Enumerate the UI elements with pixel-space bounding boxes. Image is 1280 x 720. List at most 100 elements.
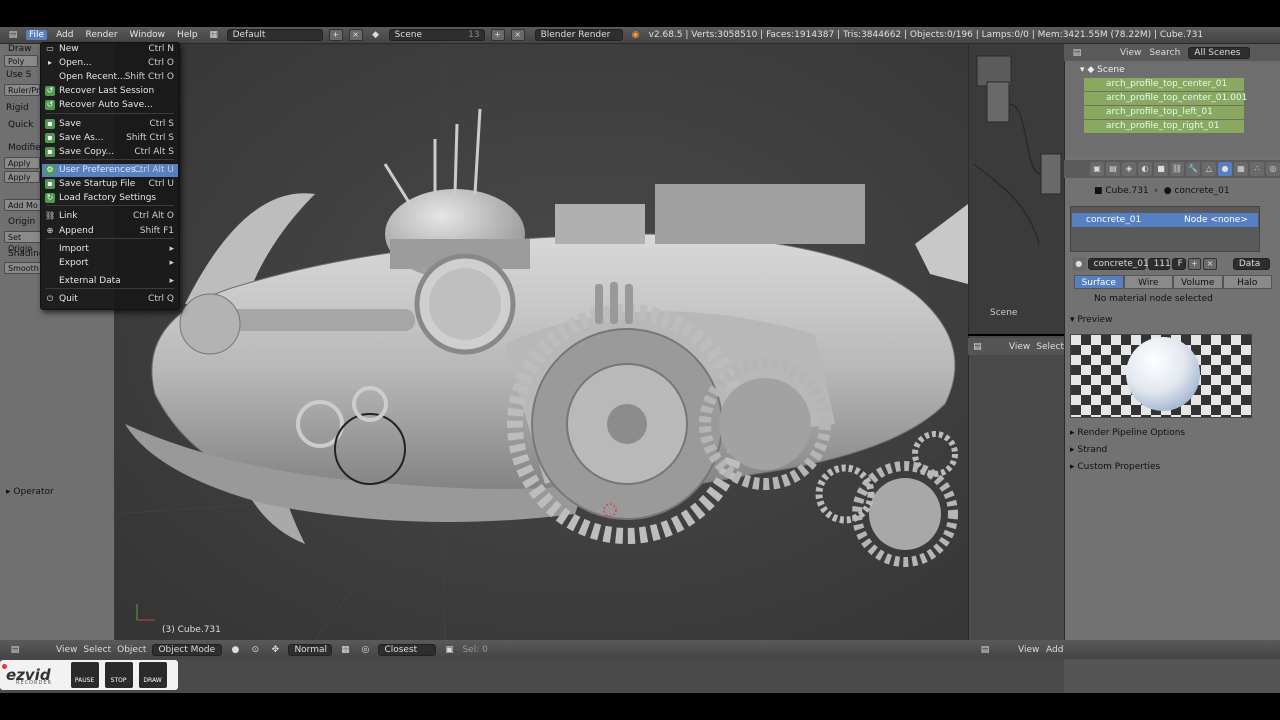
view-menu[interactable]: View (56, 645, 77, 655)
data-tab-icon[interactable]: △ (1202, 162, 1216, 176)
render-engine-selector[interactable]: Blender Render (534, 29, 623, 41)
toolshelf-panel-header[interactable]: Quick (8, 119, 33, 131)
editor-type-icon[interactable]: ▤ (8, 645, 22, 655)
render-preview-icon[interactable]: ▣ (442, 645, 456, 655)
right-view-menu[interactable]: View (1018, 645, 1039, 655)
file-menu-item[interactable]: ▪ Save Ctrl S (42, 118, 178, 131)
toolshelf-button[interactable]: Set Origin (4, 231, 42, 253)
file-menu-item[interactable]: Import ▸ (42, 243, 178, 256)
select-menu[interactable]: Select (83, 645, 111, 655)
remove-layout-button[interactable]: × (348, 29, 363, 41)
outliner-view-menu[interactable]: View (1120, 48, 1141, 58)
object-menu[interactable]: Object (117, 645, 146, 655)
manipulator-icon[interactable]: ✥ (268, 645, 282, 655)
recorder-draw-button[interactable]: DRAW (138, 662, 167, 688)
add-layout-button[interactable]: + (328, 29, 343, 41)
file-menu-item[interactable]: Export ▸ (42, 257, 178, 270)
constraints-tab-icon[interactable]: ⛓ (1170, 162, 1184, 176)
remove-scene-button[interactable]: × (510, 29, 525, 41)
file-menu-item[interactable]: ▸ Open... Ctrl O (42, 57, 178, 70)
node-editor[interactable] (968, 44, 1064, 334)
toolshelf-panel-header[interactable]: Rigid (6, 102, 29, 114)
tab-halo[interactable]: Halo (1222, 275, 1272, 289)
lower-mid-editor[interactable] (968, 336, 1064, 640)
render-layers-tab-icon[interactable]: ▤ (1106, 162, 1120, 176)
menu-render[interactable]: Render (83, 30, 121, 40)
editor-type-icon[interactable]: ▤ (1070, 48, 1084, 58)
editor-type-icon[interactable]: ▤ (978, 645, 992, 655)
tab-volume[interactable]: Volume (1173, 275, 1223, 289)
scene-selector[interactable]: Scene 13 (388, 29, 485, 41)
recorder-stop-button[interactable]: STOP (104, 662, 133, 688)
file-menu-item[interactable]: ⛓ Link Ctrl Alt O (42, 210, 178, 223)
file-menu-item[interactable]: ▪ Save Copy... Ctrl Alt S (42, 146, 178, 159)
recorder-pause-button[interactable]: PAUSE (70, 662, 99, 688)
render-pipeline-panel-header[interactable]: ▸ Render Pipeline Options (1070, 426, 1275, 440)
lower-mid-view-menu[interactable]: View (1009, 342, 1030, 352)
preview-panel-header[interactable]: ▾ Preview (1070, 313, 1275, 327)
timeline-right[interactable] (1064, 659, 1280, 693)
screen-layout-icon[interactable]: ▦ (207, 30, 221, 40)
material-slot-item[interactable]: concrete_01 Node <none> (1072, 213, 1258, 227)
menu-help[interactable]: Help (174, 30, 201, 40)
world-tab-icon[interactable]: ◐ (1138, 162, 1152, 176)
outliner-item[interactable]: arch_profile_top_right_01 (1084, 120, 1244, 133)
add-scene-button[interactable]: + (490, 29, 505, 41)
toolshelf-button[interactable]: Add Mo (4, 199, 42, 211)
file-menu-item[interactable]: ▪ Save As... Shift Ctrl S (42, 132, 178, 145)
3d-viewport[interactable] (115, 44, 968, 640)
outliner-item[interactable]: arch_profile_top_center_01 (1084, 78, 1244, 91)
editor-type-icon[interactable]: ▤ (6, 30, 20, 40)
material-link-selector[interactable]: Data (1232, 258, 1270, 270)
file-menu-item[interactable]: ↻ Load Factory Settings (42, 192, 178, 205)
mode-selector[interactable]: Object Mode (152, 643, 223, 656)
file-menu-item[interactable]: ⚙ User Preferences... Ctrl Alt U (42, 164, 178, 177)
snap-target-selector[interactable]: Closest (378, 643, 437, 656)
custom-properties-panel-header[interactable]: ▸ Custom Properties (1070, 460, 1275, 474)
editor-type-icon[interactable]: ▤ (972, 342, 983, 352)
file-menu-item[interactable]: ↺ Recover Last Session (42, 85, 178, 98)
toolshelf-button[interactable]: Apply (4, 171, 40, 183)
outliner-scene-row[interactable]: ▾ ◆ Scene (1080, 64, 1125, 77)
viewport-shading-icon[interactable]: ● (228, 645, 242, 655)
menu-add[interactable]: Add (53, 30, 76, 40)
modifiers-tab-icon[interactable]: 🔧 (1186, 162, 1200, 176)
toolshelf-button[interactable]: Smooth (4, 262, 42, 274)
material-name-field[interactable]: concrete_01 (1087, 258, 1149, 270)
operator-panel-header[interactable]: ▸ Operator (6, 487, 54, 497)
orientation-selector[interactable]: Normal (288, 643, 333, 656)
tab-wire[interactable]: Wire (1123, 275, 1173, 289)
physics-tab-icon[interactable]: ◎ (1266, 162, 1280, 176)
unlink-material-button[interactable]: × (1203, 258, 1217, 270)
outliner-search-menu[interactable]: Search (1149, 48, 1180, 58)
fake-user-button[interactable]: F (1171, 258, 1186, 270)
particles-tab-icon[interactable]: ∴ (1250, 162, 1264, 176)
toolshelf-row[interactable]: Use S (6, 69, 31, 81)
lower-mid-select-menu[interactable]: Select (1036, 342, 1064, 352)
object-tab-icon[interactable]: ■ (1154, 162, 1168, 176)
right-add-menu[interactable]: Add (1046, 645, 1063, 655)
outliner-item[interactable]: arch_profile_top_left_01 (1084, 106, 1244, 119)
material-browse-icon[interactable]: ● (1072, 257, 1086, 271)
file-menu-item[interactable]: ⏻ Quit Ctrl Q (42, 293, 178, 306)
toolshelf-button[interactable]: Poly (4, 55, 38, 67)
file-menu-item[interactable]: Open Recent... Shift Ctrl O (42, 71, 178, 84)
material-user-count[interactable]: 111 (1147, 258, 1171, 270)
material-tab-icon[interactable]: ● (1218, 162, 1232, 176)
menu-file[interactable]: File (26, 30, 48, 40)
menu-window[interactable]: Window (127, 30, 169, 40)
add-material-button[interactable]: + (1187, 258, 1202, 270)
toolshelf-button[interactable]: Apply (4, 157, 40, 169)
layout-selector[interactable]: Default (226, 29, 323, 41)
proportional-edit-icon[interactable]: ◎ (358, 645, 372, 655)
render-tab-icon[interactable]: ▣ (1090, 162, 1104, 176)
texture-tab-icon[interactable]: ▦ (1234, 162, 1248, 176)
scene-tab-icon[interactable]: ◈ (1122, 162, 1136, 176)
file-menu-item[interactable]: ▭ New Ctrl N (42, 43, 178, 56)
tab-surface[interactable]: Surface (1074, 275, 1124, 289)
file-menu-item[interactable]: External Data ▸ (42, 275, 178, 288)
toolshelf-button[interactable]: Ruler/Pr (4, 84, 40, 96)
outliner-filter[interactable]: All Scenes (1188, 46, 1251, 59)
file-menu-item[interactable]: ▪ Save Startup File Ctrl U (42, 178, 178, 191)
layers-icon[interactable]: ▦ (338, 645, 352, 655)
